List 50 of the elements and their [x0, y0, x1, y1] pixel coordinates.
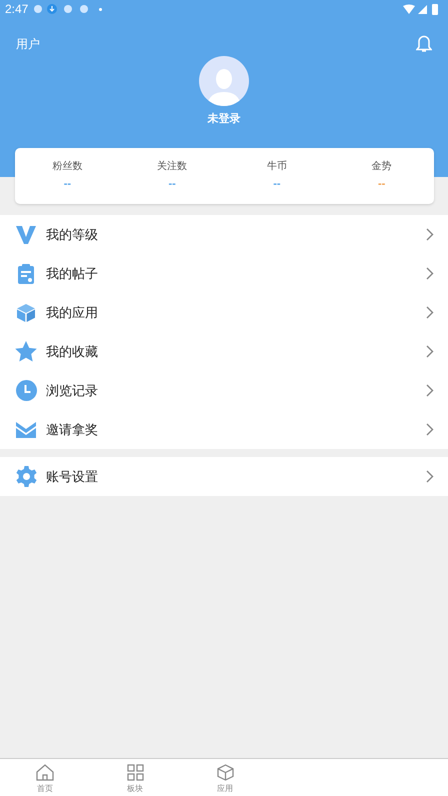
clipboard-icon: [18, 264, 34, 284]
stat-label: 金势: [372, 160, 392, 174]
stat-value: --: [273, 178, 281, 190]
menu-item[interactable]: 浏览记录: [0, 371, 448, 410]
menu-item[interactable]: 我的收藏: [0, 332, 448, 371]
menu-item[interactable]: 我的帖子: [0, 254, 448, 293]
nav-tab[interactable]: 首页: [0, 759, 90, 796]
menu-label: 我的收藏: [46, 342, 99, 361]
home-icon[interactable]: [36, 764, 54, 781]
chevron-right-icon: [426, 306, 434, 319]
menu-item[interactable]: 我的等级: [0, 215, 448, 254]
gear-icon: [16, 466, 36, 487]
person-silhouette-icon: [207, 68, 241, 106]
clock-icon: [16, 380, 36, 401]
grid-icon[interactable]: [126, 764, 144, 781]
stat-value: --: [378, 178, 386, 190]
chevron-right-icon: [426, 345, 434, 358]
cube-icon: [16, 302, 36, 322]
download-icon: [47, 4, 58, 14]
avatar[interactable]: [199, 56, 249, 106]
notification-icon: [34, 5, 42, 13]
chevron-right-icon: [426, 470, 434, 483]
bell-icon[interactable]: [416, 35, 432, 53]
more-notifications-icon: [99, 8, 102, 10]
stat-label: 粉丝数: [52, 160, 82, 174]
menu-label: 账号设置: [46, 468, 99, 486]
menu-label: 邀请拿奖: [46, 420, 99, 439]
menu-label: 我的应用: [46, 304, 99, 322]
menu-label: 浏览记录: [46, 382, 99, 400]
stat-value: --: [168, 178, 176, 190]
page-title: 用户: [16, 36, 40, 53]
nav-tab[interactable]: 应用: [180, 759, 270, 796]
chevron-right-icon: [426, 267, 434, 280]
chevron-right-icon: [426, 228, 434, 241]
menu-label: 我的等级: [46, 226, 99, 244]
stat-value: --: [64, 178, 72, 190]
v-letter-icon: [16, 226, 36, 244]
stat-label: 牛币: [266, 160, 287, 174]
chevron-right-icon: [426, 423, 434, 436]
menu-label: 我的帖子: [46, 264, 99, 283]
envelope-icon: [16, 422, 36, 438]
nav-tab[interactable]: 板块: [90, 759, 180, 796]
cube-icon[interactable]: [216, 764, 234, 781]
chevron-right-icon: [426, 384, 434, 397]
star-icon: [15, 341, 37, 362]
stat-label: 关注数: [157, 160, 188, 174]
menu-item[interactable]: 我的应用: [0, 293, 448, 332]
status-time: 2:47: [5, 1, 28, 18]
menu-item[interactable]: 账号设置: [0, 457, 448, 496]
menu-item[interactable]: 邀请拿奖: [0, 410, 448, 449]
